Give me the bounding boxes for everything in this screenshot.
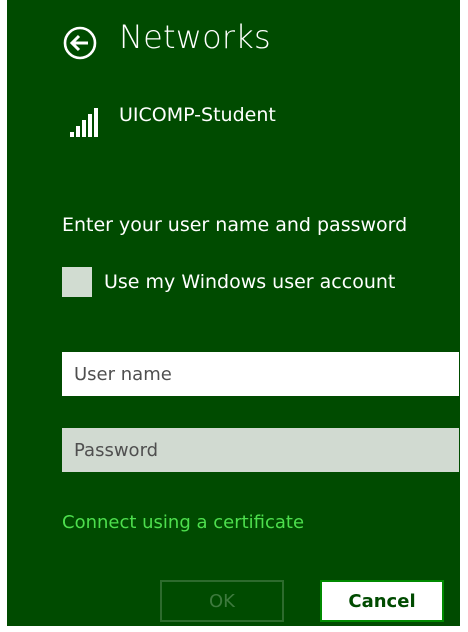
networks-panel: Networks UICOMP-Student Enter your user …	[7, 0, 460, 626]
cancel-button[interactable]: Cancel	[320, 580, 444, 622]
back-arrow-circle-icon	[63, 26, 97, 60]
credentials-prompt: Enter your user name and password	[62, 214, 408, 236]
use-windows-account-row[interactable]: Use my Windows user account	[62, 267, 422, 299]
network-item[interactable]: UICOMP-Student	[70, 102, 370, 138]
wifi-signal-bars-icon	[70, 102, 110, 142]
back-button[interactable]	[63, 26, 97, 60]
page-title: Networks	[119, 18, 271, 56]
ok-button[interactable]: OK	[160, 580, 284, 622]
network-name: UICOMP-Student	[119, 104, 276, 126]
username-input[interactable]	[62, 352, 459, 396]
use-windows-account-label: Use my Windows user account	[104, 271, 396, 293]
connect-using-certificate-link[interactable]: Connect using a certificate	[62, 512, 304, 533]
password-input[interactable]	[62, 428, 459, 472]
use-windows-account-checkbox[interactable]	[62, 267, 92, 297]
